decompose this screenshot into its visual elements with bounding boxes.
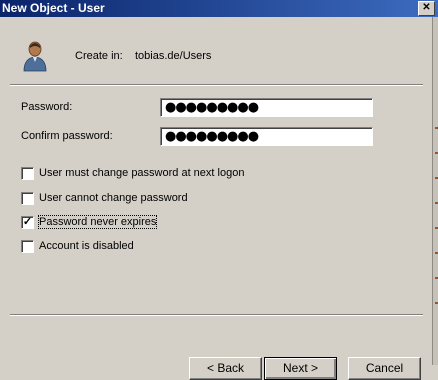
password-label: Password: [21,101,73,113]
window-title: New Object - User [2,1,105,15]
separator [10,314,423,316]
option-label: Account is disabled [39,240,134,252]
create-in-path: tobias.de/Users [135,50,212,62]
cancel-button[interactable]: Cancel [348,357,421,380]
back-button[interactable]: < Back [189,357,262,380]
checkbox[interactable] [21,167,34,180]
checkbox[interactable] [21,240,34,253]
next-button[interactable]: Next > [264,357,337,380]
option-label: User cannot change password [39,192,188,204]
title-bar: New Object - User ✕ [0,0,438,17]
create-in-label: Create in: [75,50,123,62]
dialog-body [0,17,432,365]
checkbox-checked[interactable]: ✓ [21,216,34,229]
confirm-password-field[interactable] [160,127,373,146]
password-field[interactable] [160,98,373,117]
option-label: Password never expires [37,215,158,229]
close-button[interactable]: ✕ [418,1,435,16]
user-icon [23,41,47,72]
confirm-password-label: Confirm password: [21,130,113,142]
separator [10,84,423,86]
background-window-edge [432,17,438,365]
checkbox[interactable] [21,192,34,205]
option-label: User must change password at next logon [39,167,245,179]
